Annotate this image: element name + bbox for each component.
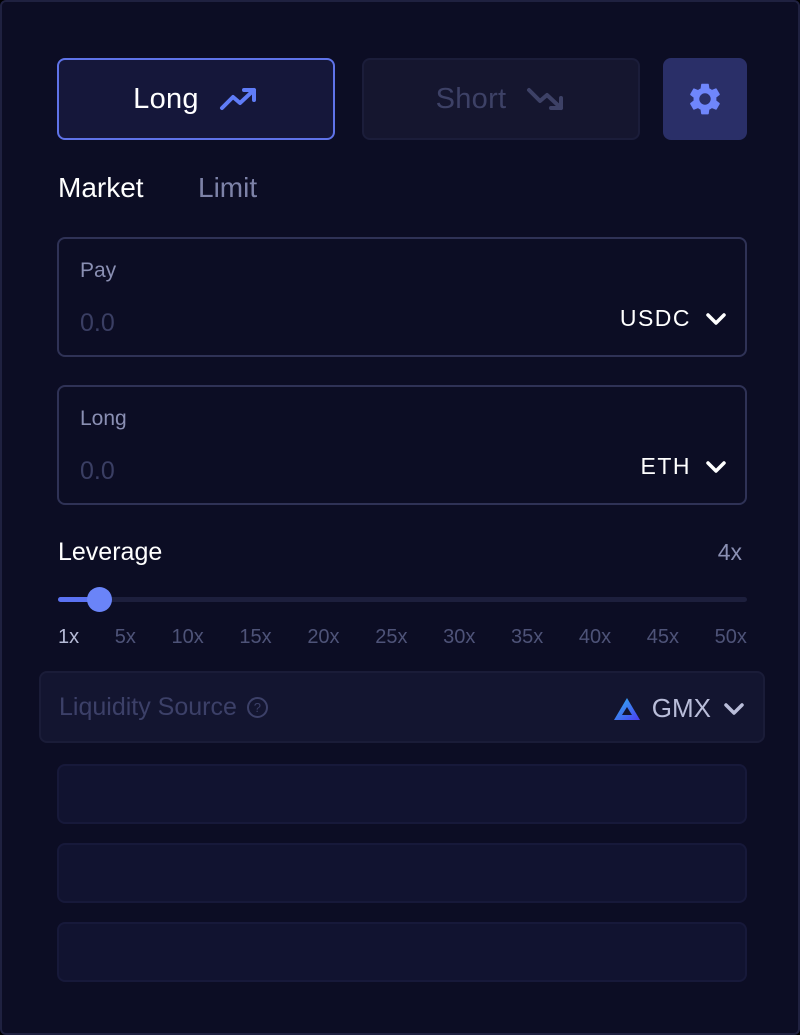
- long-button-label: Long: [133, 82, 199, 115]
- chevron-down-icon: [705, 460, 727, 474]
- tab-market[interactable]: Market: [58, 172, 144, 204]
- chevron-down-icon: [705, 312, 727, 326]
- long-label: Long: [80, 407, 127, 430]
- liquidity-source-value: GMX: [651, 693, 711, 723]
- settings-button[interactable]: [663, 58, 747, 140]
- pay-label: Pay: [80, 259, 117, 282]
- info-row-placeholder: [57, 922, 747, 982]
- short-button[interactable]: Short: [362, 58, 640, 140]
- liquidity-source-selector[interactable]: GMX: [612, 693, 745, 724]
- gear-icon: [686, 80, 724, 118]
- long-field[interactable]: Long 0.0 ETH: [57, 385, 747, 505]
- short-button-label: Short: [435, 82, 507, 115]
- leverage-tick[interactable]: 50x: [715, 626, 747, 649]
- pay-token-selector[interactable]: USDC: [620, 305, 727, 332]
- trending-down-icon: [526, 86, 566, 112]
- help-circle-icon[interactable]: ?: [246, 697, 268, 718]
- leverage-slider-track[interactable]: [58, 597, 747, 602]
- leverage-ticks: 1x 5x 10x 15x 20x 25x 30x 35x 40x 45x 50x: [58, 626, 747, 649]
- long-token-label: ETH: [640, 453, 691, 479]
- leverage-tick[interactable]: 5x: [115, 626, 136, 649]
- leverage-value: 4x: [717, 539, 742, 565]
- tab-limit[interactable]: Limit: [198, 172, 257, 204]
- long-token-selector[interactable]: ETH: [641, 453, 728, 480]
- long-amount-input[interactable]: 0.0: [80, 457, 115, 486]
- trending-up-icon: [219, 86, 259, 112]
- pay-amount-input[interactable]: 0.0: [80, 309, 115, 338]
- long-button[interactable]: Long: [57, 58, 335, 140]
- liquidity-source-label-group: Liquidity Source ?: [59, 693, 268, 722]
- leverage-tick[interactable]: 25x: [375, 626, 407, 649]
- leverage-slider-thumb[interactable]: [87, 587, 113, 612]
- leverage-tick[interactable]: 15x: [239, 626, 271, 649]
- pay-token-label: USDC: [619, 305, 691, 331]
- pay-field[interactable]: Pay 0.0 USDC: [57, 237, 747, 357]
- chevron-down-icon: [723, 702, 745, 716]
- leverage-tick[interactable]: 30x: [443, 626, 475, 649]
- gmx-logo-icon: [612, 696, 642, 722]
- liquidity-source-label: Liquidity Source: [59, 693, 237, 721]
- leverage-tick[interactable]: 35x: [511, 626, 543, 649]
- leverage-tick[interactable]: 1x: [58, 626, 79, 649]
- trade-panel: Long Short Market Limit Pay 0.0 USDC Lon…: [0, 0, 800, 1035]
- liquidity-source-row[interactable]: Liquidity Source ? GMX: [39, 671, 765, 743]
- info-row-placeholder: [57, 843, 747, 903]
- info-row-placeholder: [57, 764, 747, 824]
- leverage-label: Leverage: [58, 538, 163, 566]
- leverage-tick[interactable]: 20x: [307, 626, 339, 649]
- leverage-tick[interactable]: 10x: [172, 626, 204, 649]
- leverage-tick[interactable]: 45x: [647, 626, 679, 649]
- leverage-tick[interactable]: 40x: [579, 626, 611, 649]
